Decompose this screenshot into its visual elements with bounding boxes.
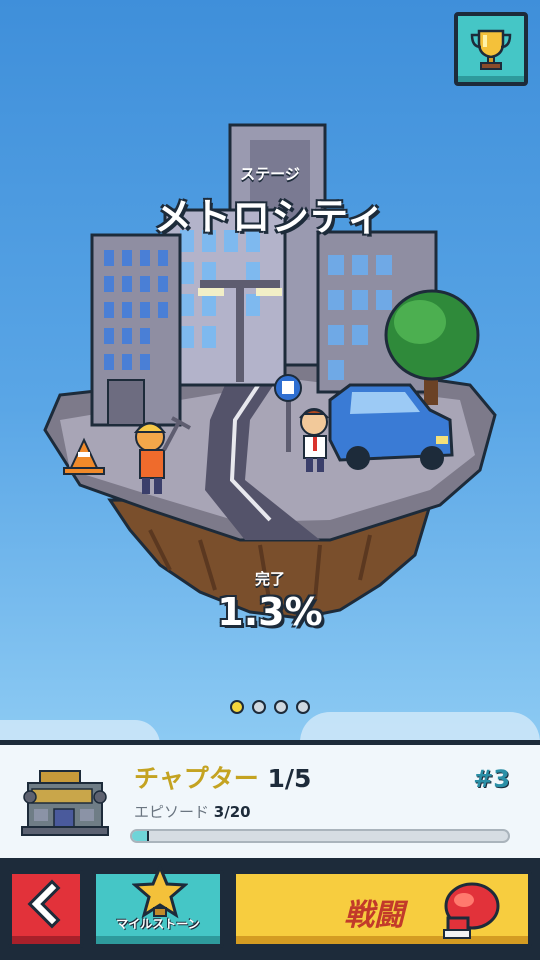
chapter-title-value: 1/5 — [267, 764, 312, 793]
star-icon — [132, 864, 188, 919]
page-indicator — [0, 700, 540, 714]
chapter-number: #3 — [473, 765, 510, 793]
stage-sky-background: ステージ メトロシティ 完了 1.3% — [0, 0, 540, 740]
action-bar: マイルストーン 戦闘 — [0, 858, 540, 960]
episode-info: エピソード 3/20 — [134, 801, 251, 822]
chevron-left-icon — [27, 879, 61, 929]
trophy-icon — [470, 29, 512, 70]
page-dot[interactable] — [230, 700, 244, 714]
trophy-button[interactable] — [454, 12, 528, 86]
episode-progress-bar — [130, 829, 510, 843]
stage-name: メトロシティ — [154, 195, 386, 239]
page-dot[interactable] — [296, 700, 310, 714]
episode-progress-fill — [132, 831, 150, 841]
page-dot[interactable] — [274, 700, 288, 714]
chapter-panel: チャプター 1/5 #3 エピソード 3/20 — [0, 740, 540, 858]
fight-button[interactable]: 戦闘 — [232, 870, 532, 948]
boxing-glove-icon — [443, 882, 500, 939]
page-dot[interactable] — [252, 700, 266, 714]
chapter-title: チャプター 1/5 — [134, 759, 311, 795]
episode-label: エピソード — [134, 803, 210, 821]
back-button[interactable] — [8, 870, 84, 948]
episode-value: 3/20 — [213, 803, 251, 821]
stage-label: ステージ — [240, 165, 300, 183]
milestone-button[interactable]: マイルストーン — [92, 864, 224, 948]
chapter-title-label: チャプター — [134, 764, 259, 793]
completion-label: 完了 — [254, 570, 285, 588]
building-icon — [21, 770, 109, 836]
completion-percent: 1.3% — [217, 590, 323, 634]
milestone-label: マイルストーン — [116, 917, 200, 931]
fight-label: 戦闘 — [344, 898, 404, 933]
